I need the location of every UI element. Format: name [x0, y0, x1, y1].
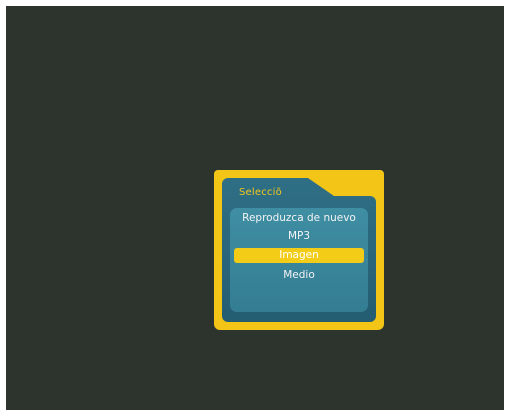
tv-screen: Selecciõ Reproduzca de nuevo MP3 Imagen … — [6, 6, 504, 410]
menu-item-replay[interactable]: Reproduzca de nuevo — [234, 211, 364, 226]
menu-item-media[interactable]: Medio — [234, 268, 364, 283]
menu-item-mp3[interactable]: MP3 — [234, 229, 364, 244]
dialog-title: Selecciõ — [239, 187, 282, 198]
selection-dialog: Selecciõ Reproduzca de nuevo MP3 Imagen … — [214, 170, 384, 330]
menu-panel: Reproduzca de nuevo MP3 Imagen Medio — [230, 208, 368, 312]
menu-item-image-selected[interactable]: Imagen — [234, 248, 364, 263]
